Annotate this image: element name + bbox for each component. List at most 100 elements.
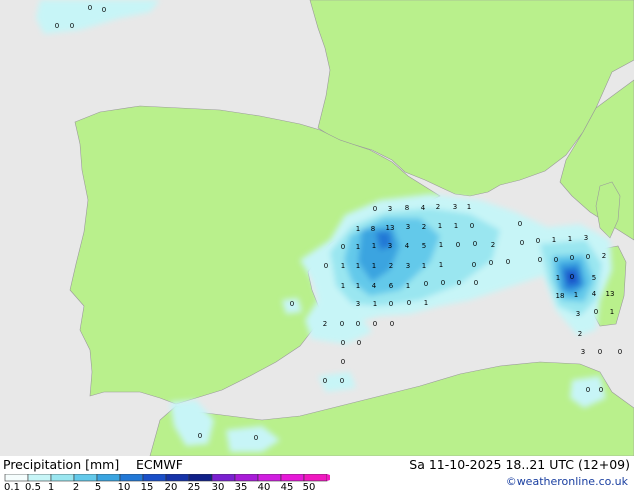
- scale-label: 30: [211, 482, 225, 490]
- precip-value-label: 1: [341, 282, 345, 290]
- precip-value-label: 2: [323, 320, 327, 328]
- precipitation-map: 0 00 00 3 8 4 2 3 11 8 13 3 2 1 1 00 1 1 3 4 5 1 0 0 20 1 1 1 2 3 1 1 0 0…: [0, 0, 634, 456]
- precip-value-label: 3: [406, 223, 410, 231]
- scale-swatch: [27, 474, 52, 482]
- precip-value-label: 0: [198, 432, 202, 440]
- precip-value-label: 1: [467, 203, 471, 211]
- precip-value-label: 0: [340, 377, 344, 385]
- precip-value-label: 1: [424, 299, 428, 307]
- precip-value-label: 0: [518, 220, 522, 228]
- precip-value-label: 0: [88, 4, 92, 12]
- scale-swatch: [50, 474, 75, 482]
- precip-value-label: 6: [389, 282, 394, 290]
- precip-value-label: 1: [438, 222, 442, 230]
- scale-swatch: [4, 474, 29, 482]
- precip-value-label: 2: [491, 241, 495, 249]
- precip-value-label: 1: [341, 262, 345, 270]
- scale-swatch: [280, 474, 305, 482]
- precip-value-label: 2: [389, 262, 393, 270]
- precip-value-label: 0: [340, 320, 344, 328]
- precip-value-label: 1: [356, 243, 360, 251]
- precip-value-label: 3: [576, 310, 580, 318]
- scale-label: 20: [164, 482, 178, 490]
- precip-value-label: 0: [102, 6, 106, 14]
- precip-value-label: 0: [489, 259, 493, 267]
- scale-label: 2: [72, 482, 80, 490]
- scale-swatch: [142, 474, 167, 482]
- precip-value-label: 0: [424, 280, 428, 288]
- precip-value-label: 5: [592, 274, 596, 282]
- scale-label: 50: [302, 482, 316, 490]
- footer-model: ECMWF: [136, 457, 183, 472]
- precip-value-label: 3: [406, 262, 410, 270]
- scale-label: 1: [47, 482, 55, 490]
- precip-value-label: 1: [439, 261, 443, 269]
- precip-value-label: 0: [254, 434, 258, 442]
- precip-value-label: 1: [356, 225, 360, 233]
- precip-value-label: 0: [570, 254, 574, 262]
- precip-value-label: 2: [436, 203, 440, 211]
- scale-swatch: [257, 474, 282, 482]
- scale-arrow: [327, 474, 330, 481]
- scale-label: 45: [280, 482, 294, 490]
- scale-swatch: [96, 474, 121, 482]
- precip-value-label: 8: [371, 225, 375, 233]
- scale-swatch: [73, 474, 98, 482]
- precip-value-label: 0: [470, 222, 474, 230]
- footer-datetime: Sa 11-10-2025 18..21 UTC (12+09): [409, 457, 630, 472]
- precip-value-label: 1: [556, 274, 560, 282]
- credit-link[interactable]: ©weatheronline.co.uk: [506, 475, 628, 488]
- precip-value-label: 0: [570, 273, 574, 281]
- precip-value-label: 0: [55, 22, 59, 30]
- precip-value-label: 5: [422, 242, 426, 250]
- precip-value-label: 1: [552, 236, 556, 244]
- precip-value-label: 0: [341, 243, 345, 251]
- precip-value-label: 0: [598, 348, 602, 356]
- scale-swatch: [188, 474, 213, 482]
- precip-value-label: 0: [441, 279, 445, 287]
- precip-value-label: 0: [373, 205, 377, 213]
- scale-label: 15: [140, 482, 154, 490]
- precip-value-label: 0: [70, 22, 74, 30]
- precip-value-label: 0: [323, 377, 327, 385]
- precip-value-label: 0: [290, 300, 294, 308]
- precip-value-label: 0: [538, 256, 542, 264]
- precip-value-label: 0: [599, 386, 603, 394]
- precip-value-label: 0: [520, 239, 524, 247]
- precip-value-label: 0: [506, 258, 510, 266]
- precip-value-label: 0: [586, 253, 590, 261]
- precip-value-label: 1: [372, 242, 376, 250]
- precip-value-label: 4: [592, 290, 597, 298]
- precip-value-label: 1: [568, 235, 572, 243]
- precip-value-label: 0: [586, 386, 590, 394]
- precip-value-label: 1: [372, 262, 376, 270]
- precip-value-label: 0: [536, 237, 540, 245]
- precip-value-label: 0: [341, 358, 345, 366]
- precip-value-label: 3: [388, 242, 392, 250]
- precip-value-label: 0: [407, 299, 411, 307]
- precip-value-label: 3: [388, 205, 392, 213]
- precip-value-label: 1: [422, 262, 426, 270]
- scale-label: 40: [257, 482, 271, 490]
- precip-value-label: 1: [439, 241, 443, 249]
- scale-label: 0.5: [25, 482, 41, 490]
- footer-title: Precipitation [mm]: [3, 457, 120, 472]
- precip-value-label: 0: [356, 320, 360, 328]
- precip-value-label: 0: [474, 279, 478, 287]
- scale-swatch: [119, 474, 144, 482]
- precip-value-label: 0: [554, 256, 558, 264]
- map-stage: 0 0 0 0 0 3 8 4 2 3 1 1 8 13 3 2 1 1 0 0 1 1 3 4 5 1 0 0 2 0 1 1 1 2 3 1 1 0 0…: [0, 0, 634, 490]
- precip-value-label: 1: [356, 262, 360, 270]
- scale-swatch: [303, 474, 328, 482]
- precip-value-label: 0: [324, 262, 328, 270]
- precip-value-label: 3: [356, 300, 360, 308]
- scale-label: 5: [94, 482, 102, 490]
- scale-swatch: [234, 474, 259, 482]
- precip-value-label: 0: [472, 261, 476, 269]
- precip-value-label: 1: [406, 282, 410, 290]
- precip-value-label: 4: [372, 282, 377, 290]
- precip-value-label: 1: [454, 222, 458, 230]
- precip-value-label: 2: [578, 330, 582, 338]
- precip-value-label: 0: [373, 320, 377, 328]
- precip-value-label: 0: [341, 339, 345, 347]
